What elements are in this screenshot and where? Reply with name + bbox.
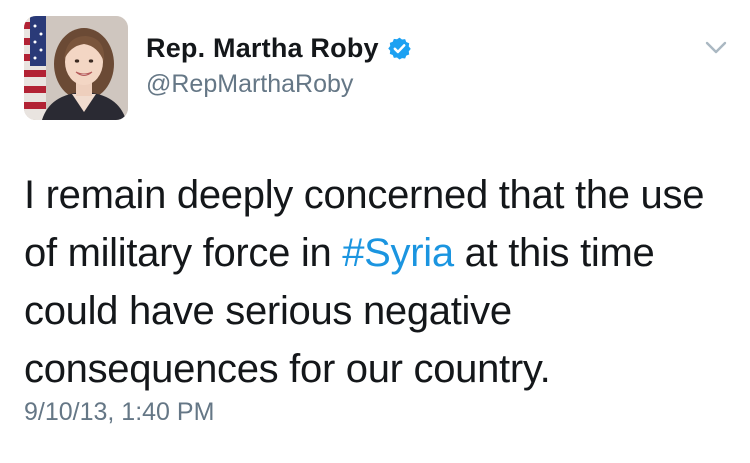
tweet-text: I remain deeply concerned that the use o…	[24, 166, 734, 398]
author-display-name[interactable]: Rep. Martha Roby	[146, 33, 379, 64]
author-name-row: Rep. Martha Roby	[146, 30, 412, 66]
author-handle[interactable]: @RepMarthaRoby	[146, 70, 353, 99]
avatar[interactable]	[24, 16, 128, 120]
tweet-card: Rep. Martha Roby @RepMarthaRoby I remain…	[0, 0, 750, 463]
verified-badge-icon	[387, 36, 412, 61]
profile-photo	[24, 16, 128, 120]
hashtag-link[interactable]: #Syria	[342, 231, 454, 275]
chevron-down-icon[interactable]	[704, 38, 728, 58]
tweet-timestamp[interactable]: 9/10/13, 1:40 PM	[24, 398, 214, 427]
